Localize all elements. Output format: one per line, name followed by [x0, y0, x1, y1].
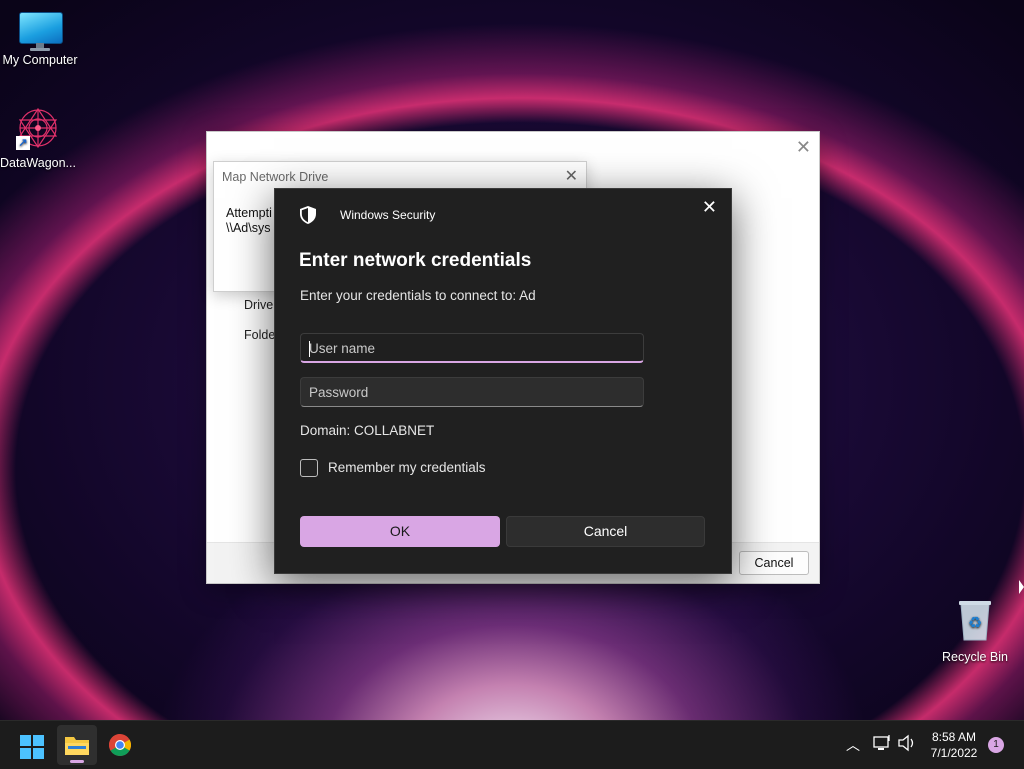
dialog-title: Map Network Drive [222, 170, 328, 184]
cancel-button[interactable]: Cancel [739, 551, 809, 575]
close-icon[interactable]: ✕ [796, 137, 811, 158]
recycle-bin-icon: ♻ [955, 598, 995, 642]
username-input[interactable] [309, 338, 629, 358]
taskbar-file-explorer[interactable] [57, 725, 97, 765]
dialog-subtitle: Enter your credentials to connect to: Ad [300, 288, 536, 303]
start-button[interactable] [12, 725, 52, 765]
monitor-icon [19, 12, 61, 44]
desktop-icon-datawagon[interactable]: ↗ DataWagon... [0, 106, 78, 170]
username-field[interactable] [300, 333, 644, 363]
chrome-icon [109, 734, 131, 756]
close-icon[interactable]: ✕ [702, 197, 717, 218]
shortcut-arrow-icon: ↗ [16, 136, 30, 150]
connecting-message: Attempti \\Ad\sys [226, 206, 272, 236]
close-icon[interactable]: ✕ [565, 166, 578, 186]
notification-badge[interactable]: 1 [988, 737, 1004, 753]
show-hidden-icons-chevron-icon[interactable]: ︿ [846, 735, 860, 755]
message-path: \\Ad\sys [226, 221, 272, 236]
text-caret [309, 341, 310, 357]
taskbar: ︿ 8:58 AM 7/1/2022 1 [0, 720, 1024, 769]
windows-logo-icon [20, 735, 44, 759]
remember-credentials-label[interactable]: Remember my credentials [328, 460, 486, 475]
dialog-app-title: Windows Security [340, 208, 435, 222]
desktop-icon-recycle-bin[interactable]: ♻ Recycle Bin [935, 598, 1015, 664]
domain-label: Domain: COLLABNET [300, 423, 434, 438]
ok-button[interactable]: OK [300, 516, 500, 547]
active-app-indicator [70, 760, 84, 763]
system-clock[interactable]: 8:58 AM 7/1/2022 [922, 729, 986, 761]
taskbar-chrome[interactable] [100, 725, 140, 765]
desktop-icon-my-computer[interactable]: My Computer [0, 12, 80, 67]
desktop-icon-label: Recycle Bin [935, 650, 1015, 664]
desktop-icon-label: DataWagon... [0, 156, 78, 170]
datawagon-icon: ↗ [16, 106, 60, 150]
shield-icon [300, 206, 316, 224]
folder-icon [64, 734, 90, 756]
dialog-heading: Enter network credentials [299, 250, 531, 272]
desktop-icon-label: My Computer [0, 53, 80, 67]
windows-security-dialog: Windows Security ✕ Enter network credent… [274, 188, 732, 574]
volume-icon[interactable] [897, 733, 917, 758]
clock-date: 7/1/2022 [922, 745, 986, 761]
message-line: Attempti [226, 206, 272, 221]
cancel-button[interactable]: Cancel [506, 516, 705, 547]
desktop: My Computer ↗ DataWagon... [0, 0, 1024, 720]
remember-credentials-checkbox[interactable] [300, 459, 318, 477]
folder-label: Folde [244, 328, 275, 342]
password-input[interactable] [309, 382, 629, 402]
mouse-cursor-icon [1019, 580, 1024, 594]
network-icon[interactable] [872, 733, 892, 758]
drive-label: Drive: [244, 298, 277, 312]
svg-text:♻: ♻ [968, 613, 982, 632]
password-field[interactable] [300, 377, 644, 407]
clock-time: 8:58 AM [922, 729, 986, 745]
